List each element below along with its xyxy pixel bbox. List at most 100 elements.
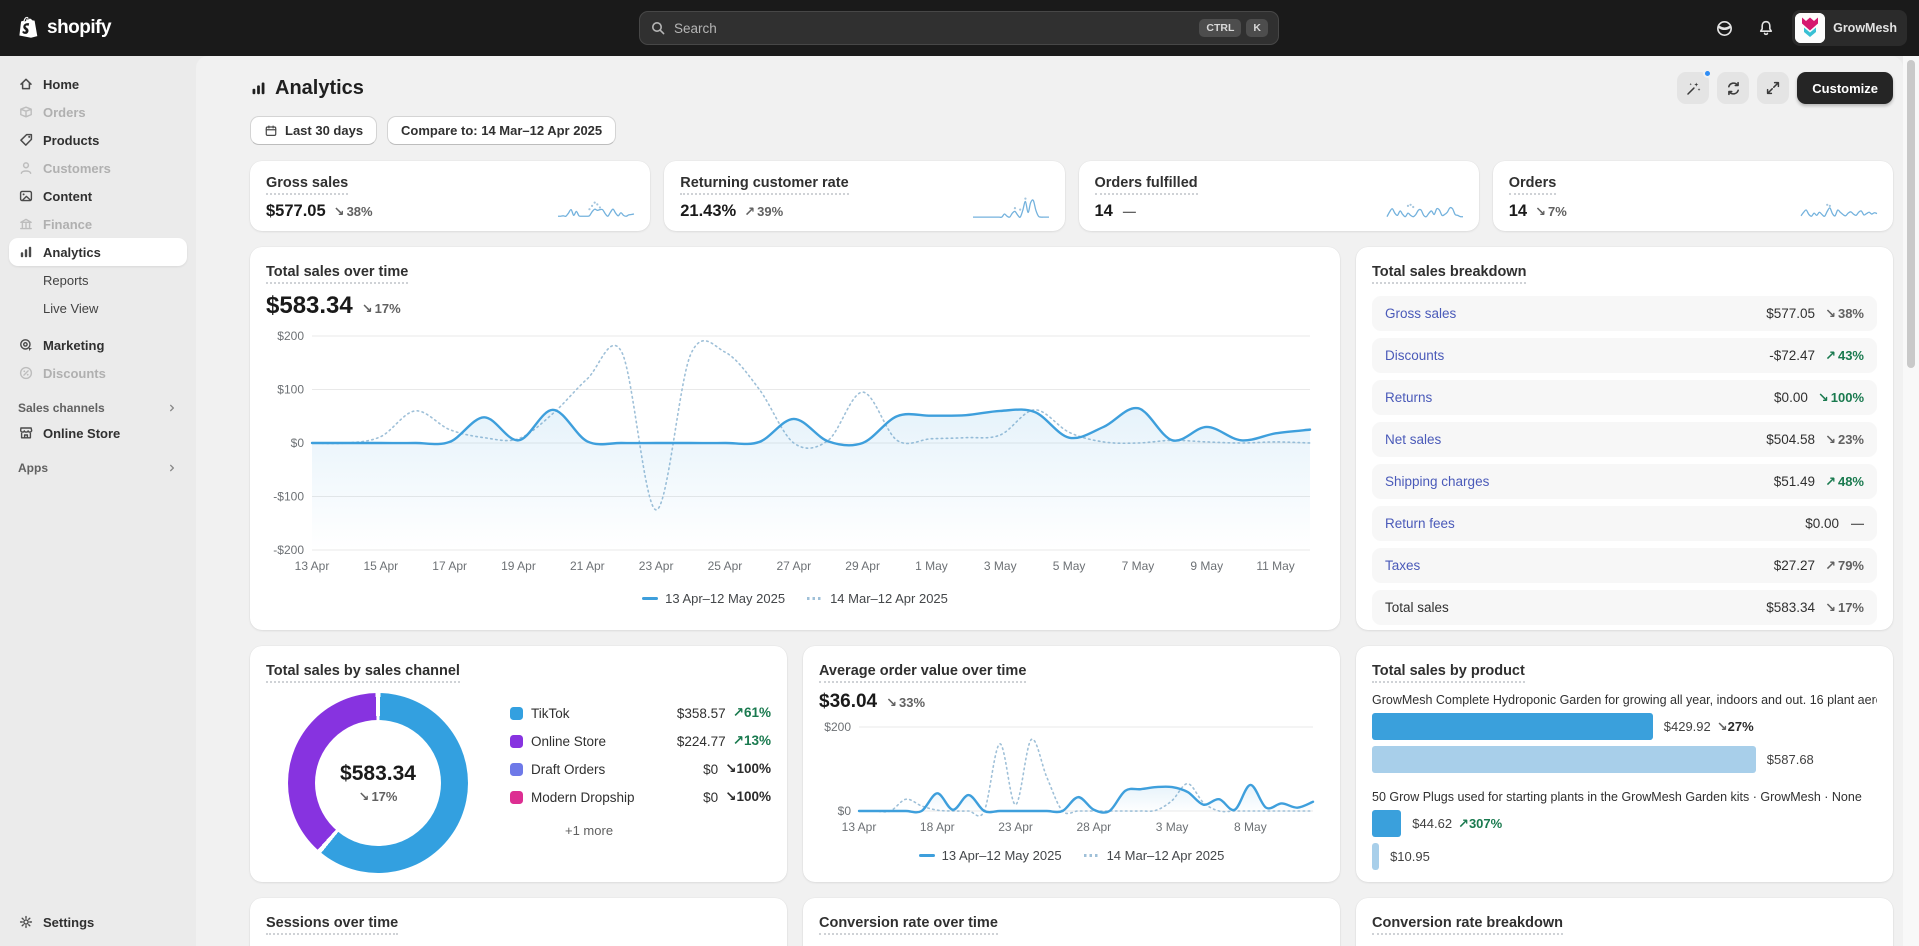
svg-text:21 Apr: 21 Apr bbox=[570, 559, 605, 573]
sidebar-section-apps[interactable]: Apps bbox=[18, 461, 178, 475]
legend-current-label: 13 Apr–12 May 2025 bbox=[665, 591, 785, 606]
more-channels-link[interactable]: +1 more bbox=[565, 823, 613, 838]
kpi-title[interactable]: Orders bbox=[1509, 175, 1557, 195]
sidebar-item-orders[interactable]: Orders bbox=[9, 98, 187, 126]
fullscreen-expand-button[interactable] bbox=[1757, 72, 1789, 104]
search-input[interactable]: Search CTRL K bbox=[639, 11, 1279, 45]
kpi-sparkline bbox=[1799, 193, 1879, 221]
breakdown-row-net-sales[interactable]: Net sales $504.58↘23% bbox=[1372, 422, 1877, 457]
sidebar-item-analytics[interactable]: Analytics bbox=[9, 238, 187, 266]
svg-text:1 May: 1 May bbox=[915, 559, 948, 573]
sidebar-item-label: Live View bbox=[43, 301, 98, 316]
store-name: GrowMesh bbox=[1833, 21, 1897, 35]
modern-dropship-swatch bbox=[510, 791, 523, 804]
card-title[interactable]: Conversion rate breakdown bbox=[1372, 915, 1563, 935]
kpi-title[interactable]: Gross sales bbox=[266, 175, 348, 195]
sidebar-item-finance[interactable]: Finance bbox=[9, 210, 187, 238]
insights-wand-button[interactable] bbox=[1677, 72, 1709, 104]
svg-text:23 Apr: 23 Apr bbox=[639, 559, 674, 573]
breakdown-link[interactable]: Return fees bbox=[1385, 516, 1455, 531]
breakdown-row-returns[interactable]: Returns $0.00 ↘100% bbox=[1372, 380, 1877, 415]
svg-text:29 Apr: 29 Apr bbox=[845, 559, 880, 573]
legend-dotted-marker bbox=[1084, 854, 1100, 857]
sidebar-item-customers[interactable]: Customers bbox=[9, 154, 187, 182]
breakdown-link[interactable]: Discounts bbox=[1385, 348, 1444, 363]
notifications-bell-icon[interactable] bbox=[1750, 12, 1782, 44]
sidebar-item-settings[interactable]: Settings bbox=[9, 908, 187, 936]
notification-dot bbox=[1703, 69, 1712, 78]
sidebar-item-label: Discounts bbox=[43, 366, 106, 381]
svg-text:17 Apr: 17 Apr bbox=[432, 559, 467, 573]
breakdown-trend: ↘100% bbox=[1818, 390, 1864, 406]
chart-legend: 13 Apr–12 May 2025 14 Mar–12 Apr 2025 bbox=[266, 591, 1324, 606]
card-title[interactable]: Total sales over time bbox=[266, 264, 408, 284]
kpi-title[interactable]: Orders fulfilled bbox=[1095, 175, 1198, 195]
kpi-row: Gross sales $577.05 ↘38% Returning custo… bbox=[250, 161, 1893, 231]
product-list: GrowMesh Complete Hydroponic Garden for … bbox=[1372, 693, 1877, 870]
shopify-logo[interactable]: shopify bbox=[18, 16, 111, 40]
breakdown-trend: ↘17% bbox=[1825, 600, 1864, 616]
sidebar-item-label: Online Store bbox=[43, 426, 120, 441]
kpi-value: 14 bbox=[1095, 202, 1113, 221]
kpi-trend: ↗39% bbox=[744, 204, 783, 220]
sidebar-item-online-store[interactable]: Online Store bbox=[9, 419, 187, 447]
product-name: GrowMesh Complete Hydroponic Garden for … bbox=[1372, 693, 1877, 707]
analytics-bars-icon bbox=[18, 244, 34, 260]
channel-link[interactable]: TikTok bbox=[531, 706, 570, 721]
breakdown-row-taxes[interactable]: Taxes $27.27↗79% bbox=[1372, 548, 1877, 583]
sidebar-item-discounts[interactable]: Discounts bbox=[9, 359, 187, 387]
sidebar-item-label: Settings bbox=[43, 915, 94, 930]
sidebar-item-reports[interactable]: Reports bbox=[9, 266, 187, 294]
sidebar-item-live-view[interactable]: Live View bbox=[9, 294, 187, 322]
sidekick-icon[interactable] bbox=[1708, 12, 1740, 44]
breakdown-row-gross-sales[interactable]: Gross sales $577.05↘38% bbox=[1372, 296, 1877, 331]
legend-dotted-marker bbox=[807, 597, 823, 600]
kpi-sparkline bbox=[1385, 193, 1465, 221]
breakdown-rows: Gross sales $577.05↘38% Discounts -$72.4… bbox=[1372, 296, 1877, 625]
svg-text:$0: $0 bbox=[838, 804, 852, 818]
home-icon bbox=[18, 76, 34, 92]
card-title[interactable]: Total sales breakdown bbox=[1372, 264, 1526, 284]
card-title[interactable]: Average order value over time bbox=[819, 663, 1026, 683]
sidebar-item-content[interactable]: Content bbox=[9, 182, 187, 210]
sidebar-item-products[interactable]: Products bbox=[9, 126, 187, 154]
channel-link[interactable]: Modern Dropship bbox=[531, 790, 635, 805]
card-title[interactable]: Conversion rate over time bbox=[819, 915, 998, 935]
date-range-button[interactable]: Last 30 days bbox=[250, 116, 377, 145]
channel-trend: ↘100% bbox=[725, 761, 771, 777]
breakdown-row-total-sales[interactable]: Total sales $583.34↘17% bbox=[1372, 590, 1877, 625]
store-menu[interactable]: GrowMesh bbox=[1792, 10, 1907, 46]
date-range-label: Last 30 days bbox=[285, 123, 363, 138]
kpi-card-returning-customer-rate: Returning customer rate 21.43% ↗39% bbox=[664, 161, 1064, 231]
breakdown-link[interactable]: Shipping charges bbox=[1385, 474, 1489, 489]
breakdown-row-discounts[interactable]: Discounts -$72.47↗43% bbox=[1372, 338, 1877, 373]
channel-link[interactable]: Draft Orders bbox=[531, 762, 605, 777]
breakdown-link[interactable]: Taxes bbox=[1385, 558, 1420, 573]
breakdown-link[interactable]: Net sales bbox=[1385, 432, 1441, 447]
aov-legend: 13 Apr–12 May 2025 14 Mar–12 Apr 2025 bbox=[819, 848, 1324, 863]
refresh-cycle-button[interactable] bbox=[1717, 72, 1749, 104]
compare-button[interactable]: Compare to: 14 Mar–12 Apr 2025 bbox=[387, 116, 616, 145]
card-title[interactable]: Sessions over time bbox=[266, 915, 398, 935]
total-sales-value: $583.34 bbox=[266, 292, 353, 320]
card-title[interactable]: Total sales by product bbox=[1372, 663, 1525, 683]
sidebar-item-marketing[interactable]: Marketing bbox=[9, 331, 187, 359]
current-period-bar bbox=[1372, 713, 1653, 740]
breakdown-trend: ↗48% bbox=[1825, 474, 1864, 490]
breakdown-value: $0.00 bbox=[1774, 390, 1808, 405]
svg-text:-$200: -$200 bbox=[273, 543, 304, 557]
customize-button[interactable]: Customize bbox=[1797, 72, 1893, 104]
card-title[interactable]: Total sales by sales channel bbox=[266, 663, 460, 683]
channel-link[interactable]: Online Store bbox=[531, 734, 606, 749]
breakdown-row-shipping-charges[interactable]: Shipping charges $51.49 ↗48% bbox=[1372, 464, 1877, 499]
kpi-title[interactable]: Returning customer rate bbox=[680, 175, 848, 195]
channel-row-modern-dropship: Modern Dropship $0↘100% bbox=[510, 783, 771, 811]
breakdown-row-return-fees[interactable]: Return fees $0.00— bbox=[1372, 506, 1877, 541]
scrollbar-thumb[interactable] bbox=[1907, 60, 1915, 368]
breakdown-link[interactable]: Gross sales bbox=[1385, 306, 1456, 321]
kpi-value: $577.05 bbox=[266, 202, 326, 221]
sidebar-item-home[interactable]: Home bbox=[9, 70, 187, 98]
sidebar-section-sales-channels[interactable]: Sales channels bbox=[18, 401, 178, 415]
breakdown-value: $51.49 bbox=[1774, 474, 1815, 489]
breakdown-link[interactable]: Returns bbox=[1385, 390, 1432, 405]
